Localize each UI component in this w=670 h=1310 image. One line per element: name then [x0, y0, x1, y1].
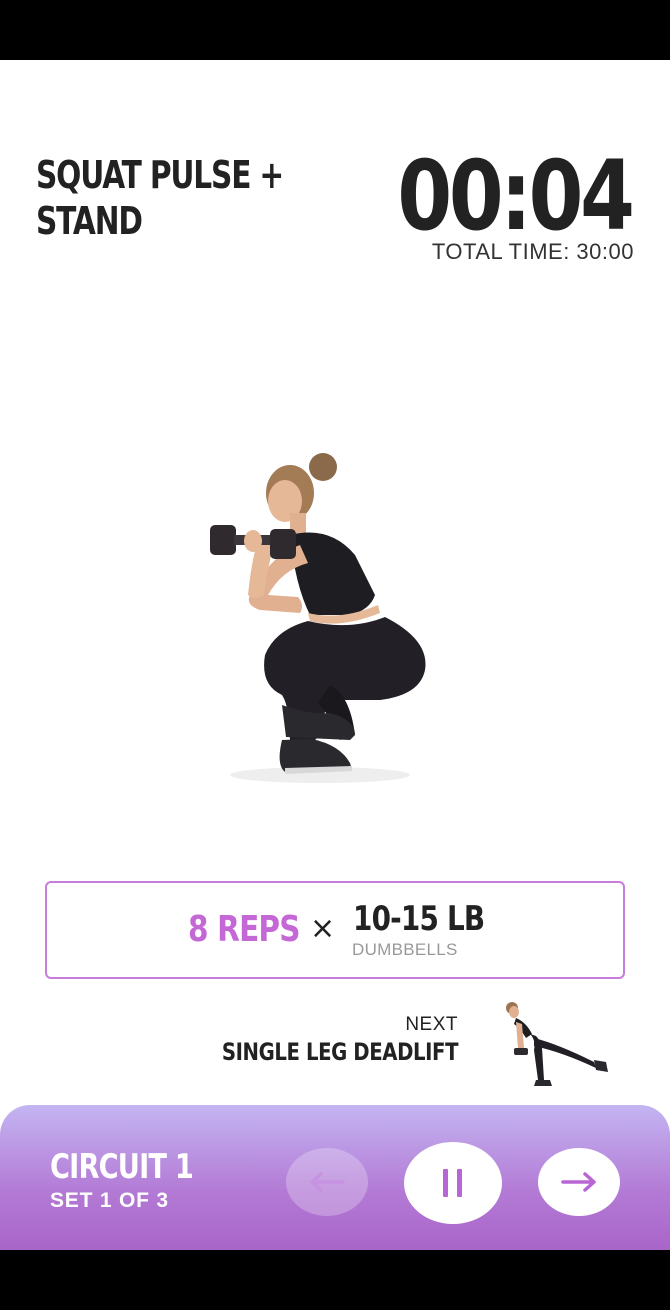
reps-count: 8 REPS — [188, 909, 301, 950]
set-progress: SET 1 OF 3 — [50, 1189, 169, 1212]
previous-button[interactable] — [286, 1148, 368, 1216]
exercise-timer: 00:04 — [397, 140, 635, 252]
weight-value: 10-15 LB — [353, 899, 485, 939]
workout-screen: SQUAT PULSE + STAND 00:04 TOTAL TIME: 30… — [0, 60, 670, 1250]
exercise-demo-image — [210, 453, 426, 783]
total-time: TOTAL TIME: 30:00 — [431, 239, 634, 264]
next-exercise-name[interactable]: SINGLE LEG DEADLIFT — [222, 1038, 459, 1066]
circuit-label: CIRCUIT 1 — [50, 1147, 194, 1187]
next-label: NEXT — [405, 1014, 458, 1035]
workout-controls-bar: CIRCUIT 1 SET 1 OF 3 — [0, 1105, 670, 1250]
equipment-label: DUMBBELLS — [352, 940, 458, 959]
arrow-left-icon — [310, 1172, 345, 1192]
next-button[interactable] — [538, 1148, 620, 1216]
times-sign: × — [310, 911, 336, 946]
exercise-title-line1: SQUAT PULSE + — [36, 153, 284, 197]
pause-button[interactable] — [404, 1142, 502, 1224]
exercise-title: SQUAT PULSE + STAND — [36, 152, 332, 244]
arrow-right-icon — [561, 1172, 596, 1192]
reps-card: 8 REPS × 10-15 LB DUMBBELLS — [45, 881, 625, 979]
exercise-title-line2: STAND — [36, 199, 143, 243]
pause-icon — [443, 1169, 462, 1197]
next-exercise-thumbnail[interactable] — [498, 1000, 618, 1096]
